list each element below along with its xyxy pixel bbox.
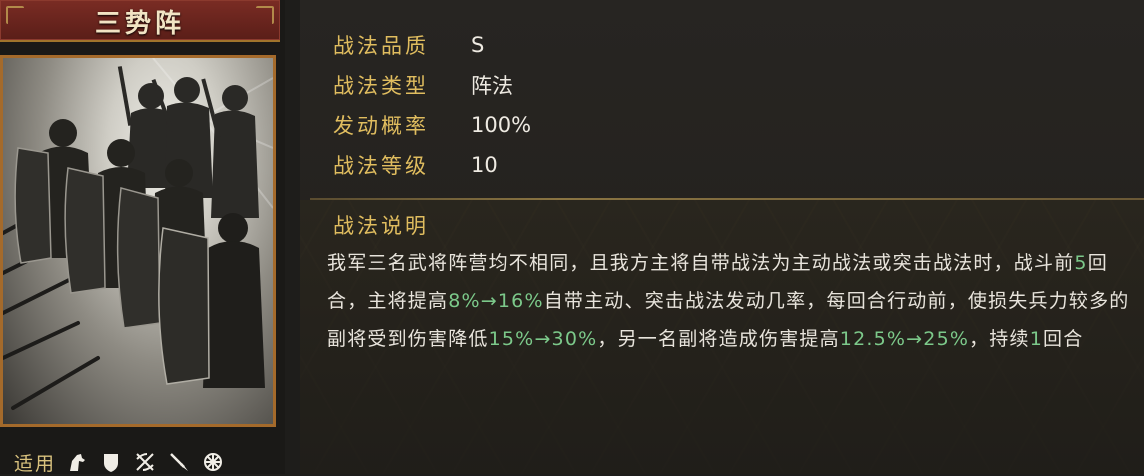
desc-segment: 我军三名武将阵营均不相同，且我方主将自带战法为主动战法或突击战法时，战斗前 bbox=[327, 252, 1075, 274]
stat-row-type: 战法类型 阵法 bbox=[333, 65, 531, 105]
description-section: 战法说明 我军三名武将阵营均不相同，且我方主将自带战法为主动战法或突击战法时，战… bbox=[300, 200, 1144, 474]
stat-value: 100% bbox=[471, 113, 532, 137]
stat-label: 战法类型 bbox=[333, 74, 429, 98]
description-title: 战法说明 bbox=[333, 214, 429, 238]
desc-highlight: 5 bbox=[1074, 252, 1088, 274]
applicable-label: 适用 bbox=[14, 452, 57, 475]
desc-highlight: 12.5%→25% bbox=[839, 328, 970, 350]
stat-label: 战法等级 bbox=[333, 154, 429, 178]
skill-title-bar: 三势阵 bbox=[0, 0, 280, 42]
stat-label: 发动概率 bbox=[333, 114, 429, 138]
desc-segment: ，持续 bbox=[969, 328, 1030, 350]
stat-row-quality: 战法品质 S bbox=[333, 25, 531, 65]
crossed-bows-icon bbox=[134, 451, 156, 473]
stat-row-probability: 发动概率 100% bbox=[333, 105, 531, 145]
desc-segment: 回合 bbox=[1043, 328, 1084, 350]
desc-highlight: 1 bbox=[1029, 328, 1044, 350]
skill-stats: 战法品质 S 战法类型 阵法 发动概率 100% 战法等级 10 bbox=[333, 25, 531, 185]
stat-value: S bbox=[471, 33, 485, 57]
shield-icon bbox=[100, 451, 122, 473]
stat-value: 阵法 bbox=[471, 74, 513, 98]
applicable-units: 适用 bbox=[14, 450, 236, 475]
spear-icon bbox=[168, 451, 190, 473]
skill-info-panel: 战法品质 S 战法类型 阵法 发动概率 100% 战法等级 10 战法说明 我军… bbox=[300, 0, 1144, 474]
skill-artwork bbox=[0, 55, 276, 427]
stat-label: 战法品质 bbox=[333, 34, 429, 58]
stat-row-level: 战法等级 10 bbox=[333, 145, 531, 185]
description-text: 我军三名武将阵营均不相同，且我方主将自带战法为主动战法或突击战法时，战斗前5 回合… bbox=[327, 244, 1142, 358]
desc-highlight: 15%→30% bbox=[488, 328, 598, 350]
skill-name: 三势阵 bbox=[94, 9, 185, 39]
desc-segment: ，另一名副将造成伤害提高 bbox=[597, 328, 840, 350]
stat-value: 10 bbox=[471, 153, 498, 177]
soldiers-silhouette-image bbox=[3, 58, 273, 410]
cavalry-horse-icon bbox=[66, 451, 88, 473]
skill-card: 三势阵 适用 bbox=[0, 0, 285, 475]
desc-highlight: 8%→16% bbox=[448, 290, 544, 312]
wheel-icon bbox=[202, 451, 224, 473]
